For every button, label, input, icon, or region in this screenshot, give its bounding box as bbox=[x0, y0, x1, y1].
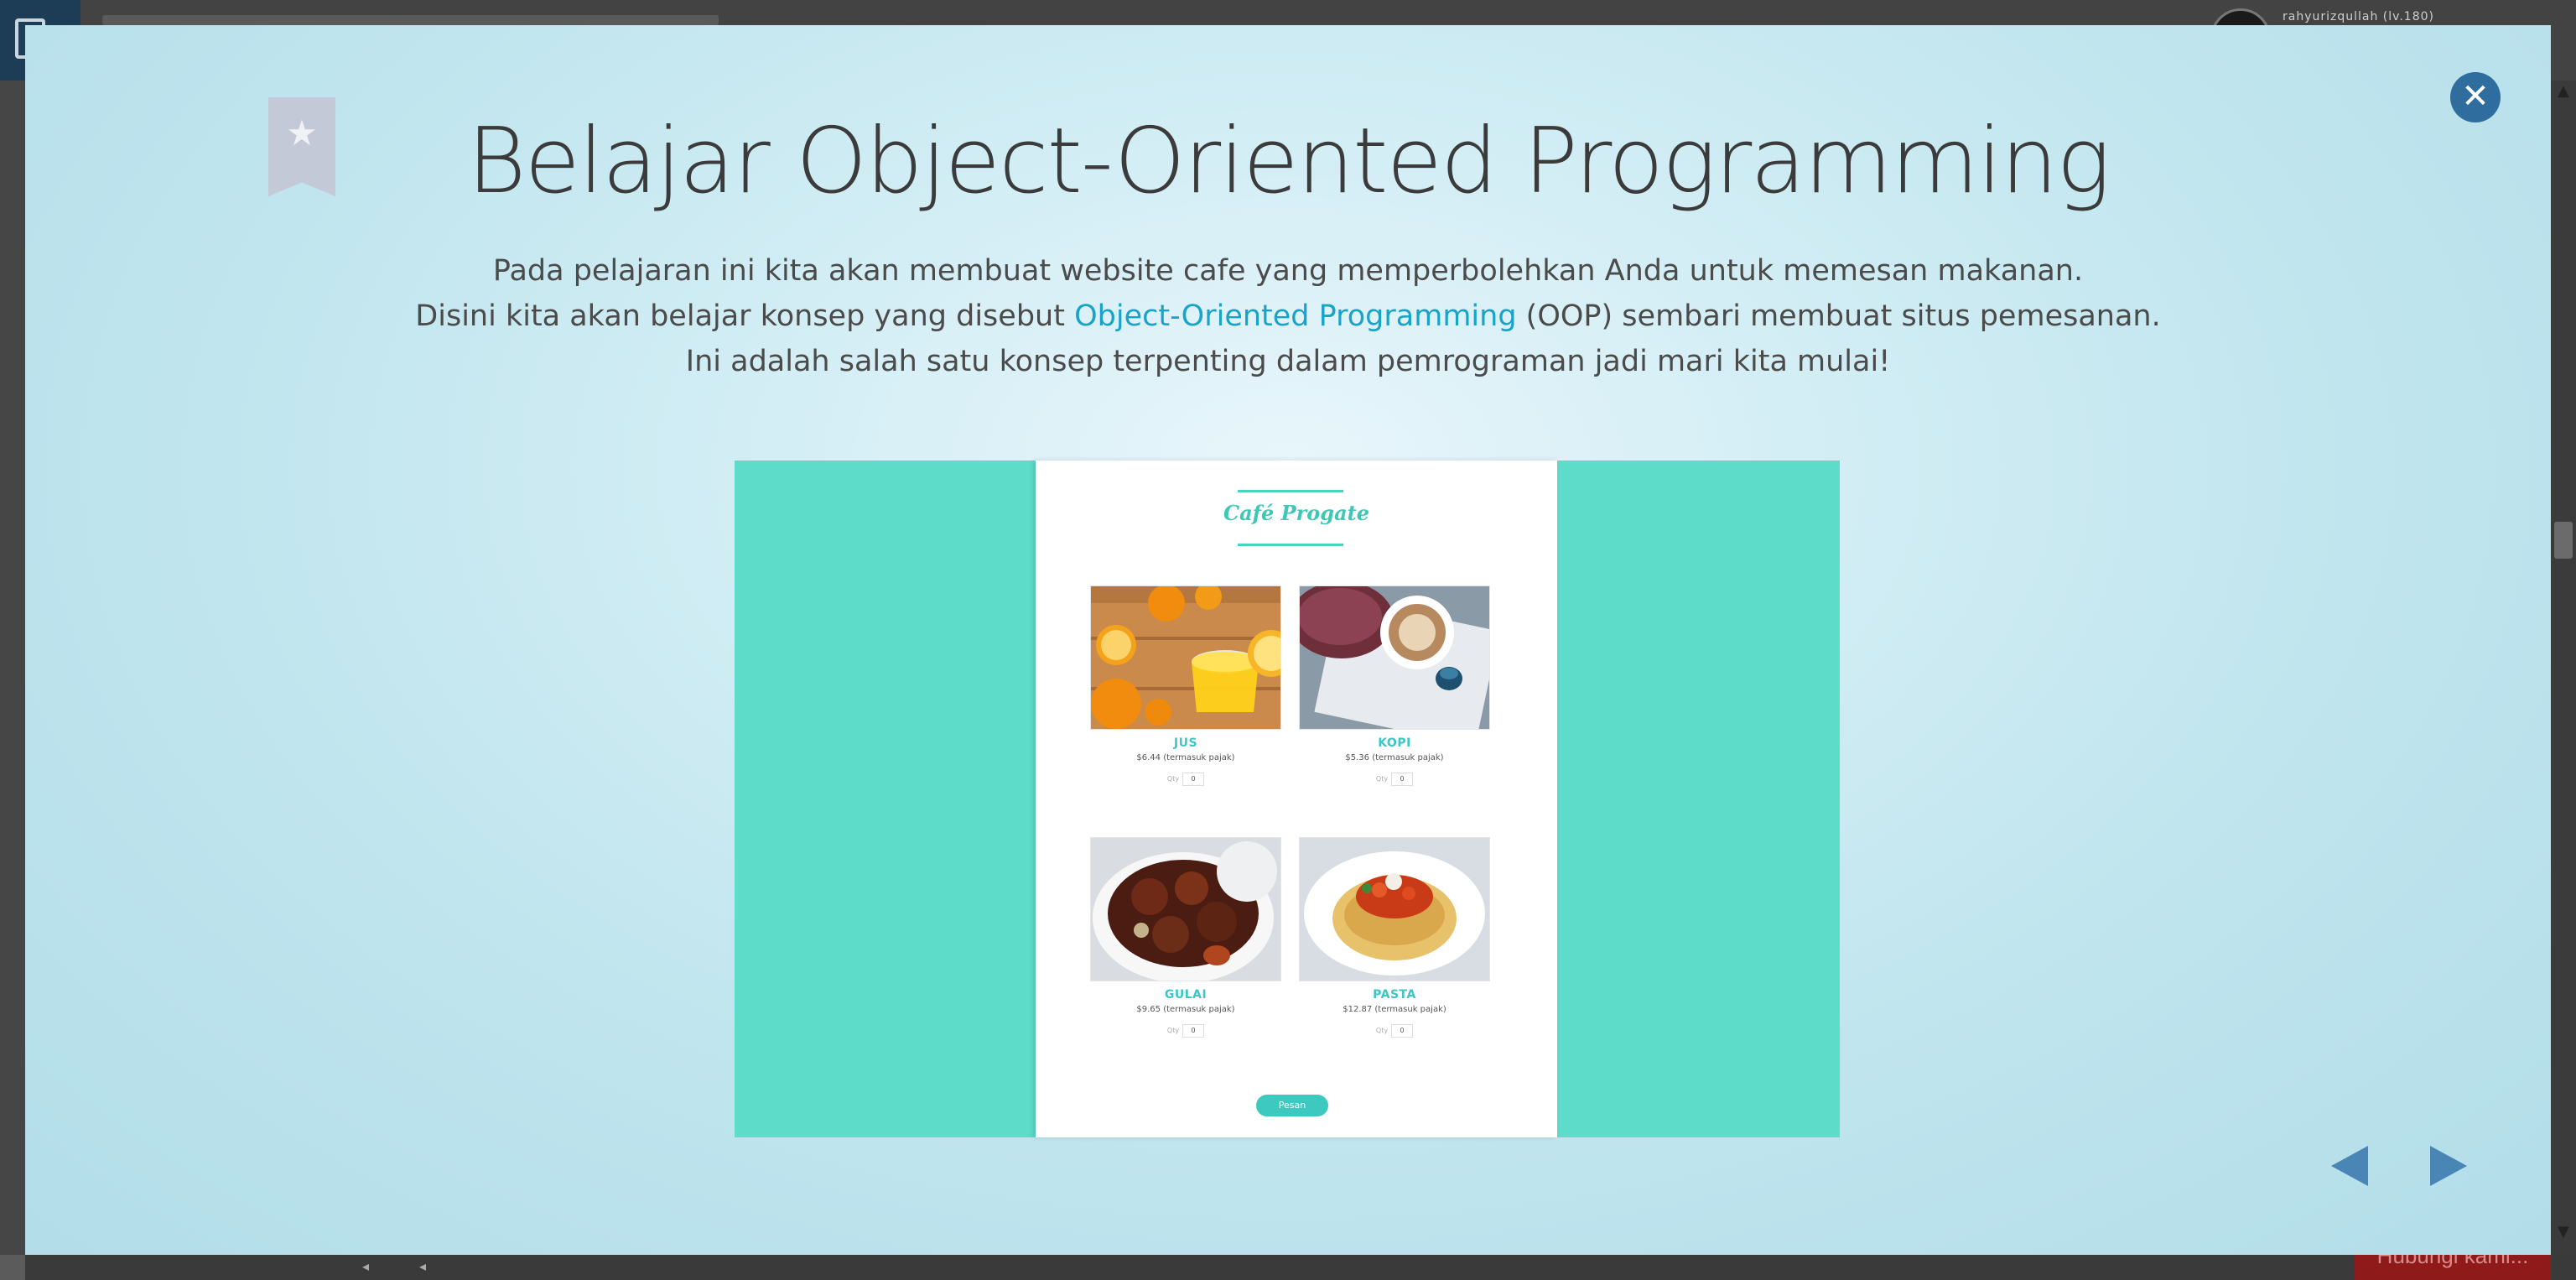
qty-label: Qty bbox=[1375, 1027, 1389, 1034]
oop-link[interactable]: Object-Oriented Programming bbox=[1074, 299, 1516, 333]
qty-label: Qty bbox=[1166, 1027, 1180, 1034]
page-scrollbar[interactable] bbox=[2551, 81, 2576, 1255]
qty-row: Qty 0 bbox=[1090, 1024, 1281, 1038]
qty-row: Qty 0 bbox=[1299, 773, 1490, 786]
bottom-scrollbar[interactable] bbox=[0, 1255, 2576, 1280]
item-name: JUS bbox=[1173, 736, 1198, 750]
item-name: KOPI bbox=[1378, 736, 1411, 750]
item-price: $12.87 (termasuk pajak) bbox=[1343, 1005, 1446, 1014]
qty-input[interactable]: 0 bbox=[1182, 773, 1205, 786]
menu-item: PASTA $12.87 (termasuk pajak) Qty 0 bbox=[1299, 837, 1490, 1038]
lesson-intro-modal: ★ ✕ Belajar Object-Oriented Programming … bbox=[25, 25, 2551, 1255]
juice-photo bbox=[1090, 585, 1281, 730]
preview-image: Café Progate JUS $6.44 (termasuk pajak) … bbox=[735, 460, 1840, 1137]
description-line-3: Ini adalah salah satu konsep terpenting … bbox=[685, 345, 1891, 378]
description-text: (OOP) sembari membuat situs pemesanan. bbox=[1516, 299, 2161, 333]
description-line-2: Disini kita akan belajar konsep yang dis… bbox=[25, 299, 2551, 334]
scroll-down-icon[interactable]: ▼ bbox=[2558, 1223, 2569, 1241]
cafe-logo: Café Progate bbox=[1223, 501, 1369, 525]
top-bar-field bbox=[102, 15, 719, 25]
qty-label: Qty bbox=[1166, 775, 1180, 783]
item-name: PASTA bbox=[1373, 988, 1416, 1002]
qty-input[interactable]: 0 bbox=[1391, 1024, 1414, 1038]
logo-divider bbox=[1238, 544, 1343, 546]
qty-input[interactable]: 0 bbox=[1391, 773, 1414, 786]
description-line-1: Pada pelajaran ini kita akan membuat web… bbox=[492, 254, 2084, 288]
menu-item: GULAI $9.65 (termasuk pajak) Qty 0 bbox=[1090, 837, 1281, 1038]
menu-item: KOPI $5.36 (termasuk pajak) Qty 0 bbox=[1299, 585, 1490, 786]
arrow-right-icon[interactable] bbox=[2428, 1141, 2470, 1191]
item-name: GULAI bbox=[1164, 988, 1208, 1002]
scroll-right-icon[interactable]: ◂ bbox=[419, 1258, 426, 1274]
qty-input[interactable]: 0 bbox=[1182, 1024, 1205, 1038]
order-button[interactable]: Pesan bbox=[1256, 1095, 1328, 1116]
item-price: $9.65 (termasuk pajak) bbox=[1136, 1005, 1235, 1014]
page-title: Belajar Object-Oriented Programming bbox=[466, 109, 2111, 214]
left-panel bbox=[0, 81, 25, 1255]
description-text: Disini kita akan belajar konsep yang dis… bbox=[415, 299, 1075, 333]
scroll-up-icon[interactable]: ▲ bbox=[2558, 82, 2569, 100]
arrow-left-icon[interactable] bbox=[2328, 1141, 2370, 1191]
bottom-corner bbox=[0, 1255, 25, 1280]
item-price: $6.44 (termasuk pajak) bbox=[1136, 753, 1235, 762]
logo-divider bbox=[1238, 490, 1343, 492]
qty-row: Qty 0 bbox=[1299, 1024, 1490, 1038]
scroll-left-icon[interactable]: ◂ bbox=[362, 1258, 369, 1274]
menu-item: JUS $6.44 (termasuk pajak) Qty 0 bbox=[1090, 585, 1281, 786]
pasta-photo bbox=[1299, 837, 1490, 981]
username-label: rahyurizqullah (lv.180) bbox=[2283, 10, 2434, 23]
gulai-photo bbox=[1090, 837, 1281, 981]
scrollbar-thumb[interactable] bbox=[2554, 522, 2573, 559]
item-price: $5.36 (termasuk pajak) bbox=[1345, 753, 1444, 762]
qty-label: Qty bbox=[1375, 775, 1389, 783]
qty-row: Qty 0 bbox=[1090, 773, 1281, 786]
cafe-page-preview: Café Progate JUS $6.44 (termasuk pajak) … bbox=[1036, 460, 1557, 1137]
coffee-photo bbox=[1299, 585, 1490, 730]
